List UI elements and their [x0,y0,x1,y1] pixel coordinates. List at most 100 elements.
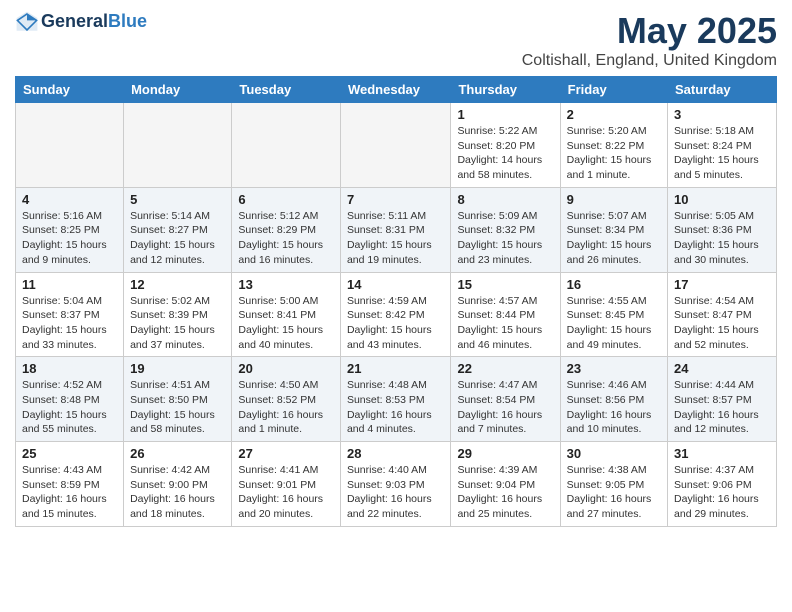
calendar-cell: 21 Sunrise: 4:48 AMSunset: 8:53 PMDayligh… [340,357,451,442]
day-info: Sunrise: 4:47 AMSunset: 8:54 PMDaylight:… [457,378,553,437]
calendar-cell: 1Sunrise: 5:22 AMSunset: 8:20 PMDaylight… [451,103,560,188]
calendar-cell: 19 Sunrise: 4:51 AMSunset: 8:50 PMDayligh… [124,357,232,442]
logo-line1: General [41,11,108,31]
day-number: 13 [238,277,334,292]
calendar-cell: 11 Sunrise: 5:04 AMSunset: 8:37 PMDayligh… [16,272,124,357]
day-number: 2 [567,107,661,122]
day-info: Sunrise: 4:38 AMSunset: 9:05 PMDaylight:… [567,463,661,522]
day-info: Sunrise: 5:14 AMSunset: 8:27 PMDaylight:… [130,209,225,268]
calendar-cell [340,103,451,188]
calendar-cell: 24 Sunrise: 4:44 AMSunset: 8:57 PMDayligh… [668,357,777,442]
calendar-week-row: 4Sunrise: 5:16 AMSunset: 8:25 PMDaylight… [16,187,777,272]
day-info: Sunrise: 4:40 AMSunset: 9:03 PMDaylight:… [347,463,445,522]
day-info: Sunrise: 4:46 AMSunset: 8:56 PMDaylight:… [567,378,661,437]
month-title: May 2025 [522,10,777,52]
calendar-header-row: SundayMondayTuesdayWednesdayThursdayFrid… [16,77,777,103]
calendar-cell [124,103,232,188]
day-number: 3 [674,107,770,122]
day-info: Sunrise: 5:18 AMSunset: 8:24 PMDaylight:… [674,124,770,183]
day-info: Sunrise: 4:41 AMSunset: 9:01 PMDaylight:… [238,463,334,522]
calendar-cell: 18 Sunrise: 4:52 AMSunset: 8:48 PMDayligh… [16,357,124,442]
weekday-header: Tuesday [232,77,341,103]
day-info: Sunrise: 5:07 AMSunset: 8:34 PMDaylight:… [567,209,661,268]
calendar-cell: 5 Sunrise: 5:14 AMSunset: 8:27 PMDaylight… [124,187,232,272]
day-info: Sunrise: 4:37 AMSunset: 9:06 PMDaylight:… [674,463,770,522]
day-number: 19 [130,361,225,376]
day-info: Sunrise: 4:59 AMSunset: 8:42 PMDaylight:… [347,294,445,353]
day-number: 18 [22,361,117,376]
page-header: GeneralBlue May 2025 Coltishall, England… [15,10,777,70]
day-info: Sunrise: 4:48 AMSunset: 8:53 PMDaylight:… [347,378,445,437]
calendar-cell: 31 Sunrise: 4:37 AMSunset: 9:06 PMDayligh… [668,442,777,527]
day-number: 22 [457,361,553,376]
weekday-header: Saturday [668,77,777,103]
day-number: 15 [457,277,553,292]
calendar-cell: 8 Sunrise: 5:09 AMSunset: 8:32 PMDaylight… [451,187,560,272]
calendar-week-row: 25Sunrise: 4:43 AMSunset: 8:59 PMDayligh… [16,442,777,527]
logo: GeneralBlue [15,10,147,34]
day-info: Sunrise: 5:04 AMSunset: 8:37 PMDaylight:… [22,294,117,353]
day-info: Sunrise: 4:50 AMSunset: 8:52 PMDaylight:… [238,378,334,437]
day-info: Sunrise: 5:20 AMSunset: 8:22 PMDaylight:… [567,124,661,183]
day-number: 12 [130,277,225,292]
weekday-header: Monday [124,77,232,103]
day-number: 11 [22,277,117,292]
weekday-header: Thursday [451,77,560,103]
day-number: 10 [674,192,770,207]
day-info: Sunrise: 4:39 AMSunset: 9:04 PMDaylight:… [457,463,553,522]
calendar-cell [232,103,341,188]
day-info: Sunrise: 5:09 AMSunset: 8:32 PMDaylight:… [457,209,553,268]
day-number: 29 [457,446,553,461]
calendar-cell: 29 Sunrise: 4:39 AMSunset: 9:04 PMDayligh… [451,442,560,527]
calendar-cell: 6Sunrise: 5:12 AMSunset: 8:29 PMDaylight… [232,187,341,272]
day-number: 26 [130,446,225,461]
day-number: 5 [130,192,225,207]
day-info: Sunrise: 4:44 AMSunset: 8:57 PMDaylight:… [674,378,770,437]
calendar-cell: 25Sunrise: 4:43 AMSunset: 8:59 PMDayligh… [16,442,124,527]
day-info: Sunrise: 5:12 AMSunset: 8:29 PMDaylight:… [238,209,334,268]
day-info: Sunrise: 5:02 AMSunset: 8:39 PMDaylight:… [130,294,225,353]
page-container: GeneralBlue May 2025 Coltishall, England… [0,0,792,537]
calendar-cell: 2 Sunrise: 5:20 AMSunset: 8:22 PMDaylight… [560,103,667,188]
day-number: 30 [567,446,661,461]
calendar-cell: 20 Sunrise: 4:50 AMSunset: 8:52 PMDayligh… [232,357,341,442]
day-number: 28 [347,446,445,461]
calendar-week-row: 18 Sunrise: 4:52 AMSunset: 8:48 PMDayligh… [16,357,777,442]
day-info: Sunrise: 4:54 AMSunset: 8:47 PMDaylight:… [674,294,770,353]
calendar-cell: 15Sunrise: 4:57 AMSunset: 8:44 PMDayligh… [451,272,560,357]
calendar-cell: 30 Sunrise: 4:38 AMSunset: 9:05 PMDayligh… [560,442,667,527]
day-number: 14 [347,277,445,292]
day-number: 24 [674,361,770,376]
day-info: Sunrise: 4:55 AMSunset: 8:45 PMDaylight:… [567,294,661,353]
calendar-cell: 7Sunrise: 5:11 AMSunset: 8:31 PMDaylight… [340,187,451,272]
calendar-cell: 17 Sunrise: 4:54 AMSunset: 8:47 PMDayligh… [668,272,777,357]
calendar-cell [16,103,124,188]
day-number: 8 [457,192,553,207]
day-info: Sunrise: 4:43 AMSunset: 8:59 PMDaylight:… [22,463,117,522]
day-number: 17 [674,277,770,292]
weekday-header: Friday [560,77,667,103]
logo-text: GeneralBlue [41,12,147,32]
location: Coltishall, England, United Kingdom [522,52,777,70]
day-info: Sunrise: 4:52 AMSunset: 8:48 PMDaylight:… [22,378,117,437]
weekday-header: Wednesday [340,77,451,103]
day-info: Sunrise: 4:51 AMSunset: 8:50 PMDaylight:… [130,378,225,437]
calendar-cell: 28 Sunrise: 4:40 AMSunset: 9:03 PMDayligh… [340,442,451,527]
day-number: 20 [238,361,334,376]
day-number: 16 [567,277,661,292]
day-number: 21 [347,361,445,376]
calendar-cell: 3 Sunrise: 5:18 AMSunset: 8:24 PMDaylight… [668,103,777,188]
calendar-week-row: 11 Sunrise: 5:04 AMSunset: 8:37 PMDayligh… [16,272,777,357]
calendar-week-row: 1Sunrise: 5:22 AMSunset: 8:20 PMDaylight… [16,103,777,188]
day-number: 7 [347,192,445,207]
weekday-header: Sunday [16,77,124,103]
calendar-cell: 16 Sunrise: 4:55 AMSunset: 8:45 PMDayligh… [560,272,667,357]
logo-icon [15,10,39,34]
day-number: 27 [238,446,334,461]
calendar-cell: 14 Sunrise: 4:59 AMSunset: 8:42 PMDayligh… [340,272,451,357]
calendar-cell: 12 Sunrise: 5:02 AMSunset: 8:39 PMDayligh… [124,272,232,357]
day-number: 31 [674,446,770,461]
day-number: 1 [457,107,553,122]
calendar-cell: 26Sunrise: 4:42 AMSunset: 9:00 PMDayligh… [124,442,232,527]
calendar-cell: 9Sunrise: 5:07 AMSunset: 8:34 PMDaylight… [560,187,667,272]
